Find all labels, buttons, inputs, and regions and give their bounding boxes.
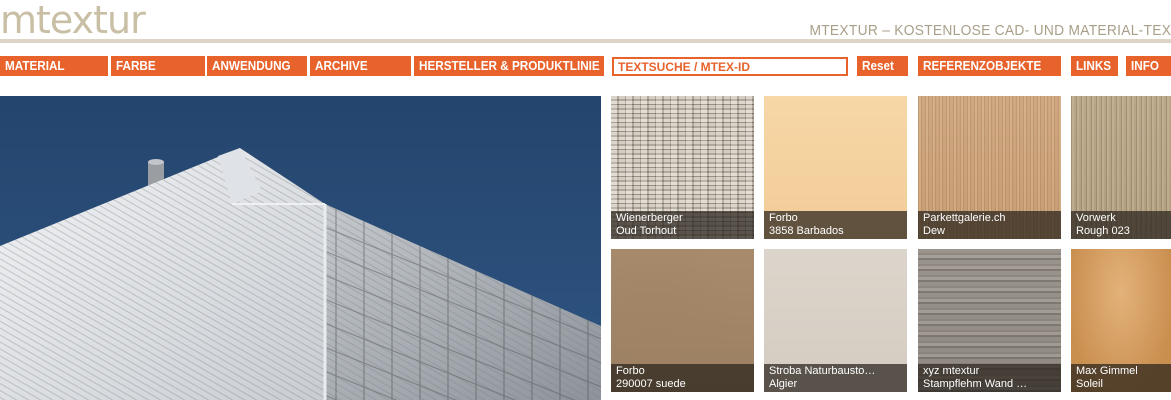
site-tagline: MTEXTUR – KOSTENLOSE CAD- UND MATERIAL-T… xyxy=(809,22,1171,39)
material-manufacturer: Max Gimmel xyxy=(1076,365,1138,377)
material-product: Algier xyxy=(769,378,798,390)
search-input[interactable] xyxy=(612,57,848,76)
nav-item-links[interactable]: LINKS xyxy=(1071,56,1118,76)
nav-item-archive[interactable]: ARCHIVE xyxy=(310,56,411,76)
header-divider xyxy=(0,39,1171,43)
material-tile[interactable]: xyz mtextur Stampflehm Wand … xyxy=(918,249,1061,392)
reset-button[interactable]: Reset xyxy=(857,56,908,76)
material-tile[interactable]: Forbo 3858 Barbados xyxy=(764,96,907,239)
material-product: 3858 Barbados xyxy=(769,225,844,237)
material-caption: Wienerberger Oud Torhout xyxy=(611,211,754,239)
material-caption: Parkettgalerie.ch Dew xyxy=(918,211,1061,239)
material-tile[interactable]: Wienerberger Oud Torhout xyxy=(611,96,754,239)
logo[interactable]: mtextur xyxy=(0,0,170,44)
material-tile[interactable]: Parkettgalerie.ch Dew xyxy=(918,96,1061,239)
material-manufacturer: Vorwerk xyxy=(1076,212,1116,224)
material-manufacturer: xyz mtextur xyxy=(923,365,980,377)
nav-item-info[interactable]: INFO xyxy=(1126,56,1171,76)
material-manufacturer: Forbo xyxy=(616,365,645,377)
material-tile[interactable]: Max Gimmel Soleil xyxy=(1071,249,1171,392)
nav-item-referenzobjekte[interactable]: REFERENZOBJEKTE xyxy=(918,56,1061,76)
material-product: 290007 suede xyxy=(616,378,686,390)
nav-item-hersteller[interactable]: HERSTELLER & PRODUKTLINIE xyxy=(414,56,604,76)
logo-text: mtextur xyxy=(0,0,146,42)
material-manufacturer: Forbo xyxy=(769,212,798,224)
material-product: Dew xyxy=(923,225,946,237)
material-caption: Vorwerk Rough 023 xyxy=(1071,211,1171,239)
material-tile[interactable]: Forbo 290007 suede xyxy=(611,249,754,392)
material-caption: Stroba Naturbausto… Algier xyxy=(764,364,907,392)
material-product: Rough 023 xyxy=(1076,225,1130,237)
material-manufacturer: Parkettgalerie.ch xyxy=(923,212,1006,224)
nav-item-farbe[interactable]: FARBE xyxy=(111,56,205,76)
material-caption: Forbo 3858 Barbados xyxy=(764,211,907,239)
material-manufacturer: Stroba Naturbausto… xyxy=(769,365,876,377)
material-manufacturer: Wienerberger xyxy=(616,212,683,224)
material-product: Oud Torhout xyxy=(616,225,677,237)
material-product: Soleil xyxy=(1076,378,1103,390)
material-caption: Max Gimmel Soleil xyxy=(1071,364,1171,392)
nav-item-anwendung[interactable]: ANWENDUNG xyxy=(207,56,307,76)
material-tile[interactable]: Vorwerk Rough 023 xyxy=(1071,96,1171,239)
hero-image[interactable] xyxy=(0,96,601,400)
material-product: Stampflehm Wand … xyxy=(923,378,1028,390)
material-caption: Forbo 290007 suede xyxy=(611,364,754,392)
nav-item-material[interactable]: MATERIAL xyxy=(0,56,108,76)
material-caption: xyz mtextur Stampflehm Wand … xyxy=(918,364,1061,392)
material-tile[interactable]: Stroba Naturbausto… Algier xyxy=(764,249,907,392)
